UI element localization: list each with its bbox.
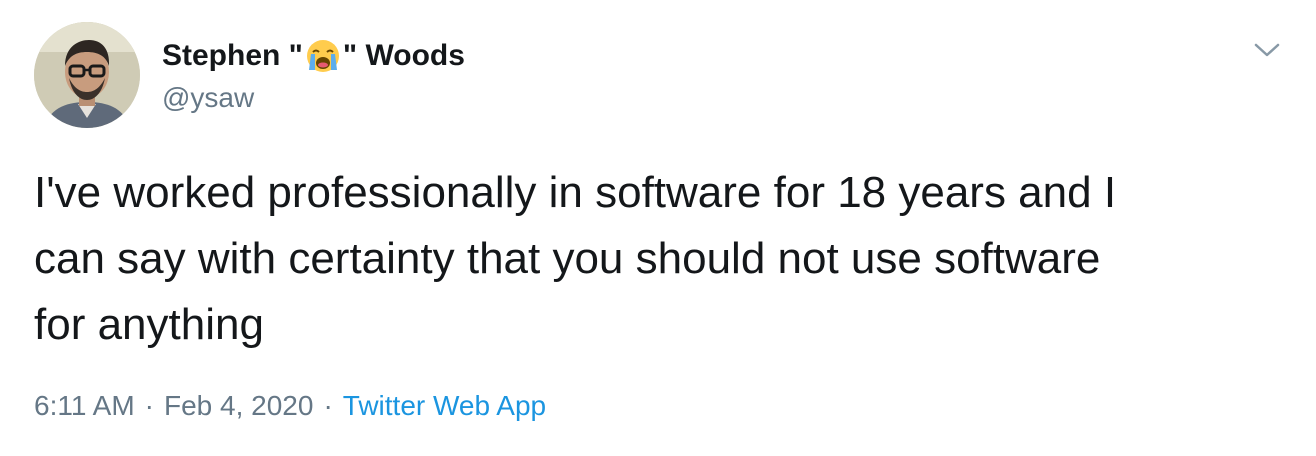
tweet-source-link[interactable]: Twitter Web App [343,390,546,421]
avatar[interactable] [34,22,140,128]
author-name-prefix: Stephen " [162,39,303,72]
tweet-time[interactable]: 6:11 AM [34,390,135,421]
tweet-meta: 6:11 AM · Feb 4, 2020 · Twitter Web App [34,386,546,426]
tweet-text: I've worked professionally in software f… [34,168,1117,349]
loudly-crying-face-icon [305,38,341,74]
author-name[interactable]: Stephen " " Woods [162,36,465,76]
tweet-date[interactable]: Feb 4, 2020 [164,390,313,421]
author-name-suffix: " Woods [342,39,465,72]
tweet-card: Stephen " " Woods @ysaw I've worked prof… [0,0,1316,456]
avatar-photo-icon [34,22,140,128]
meta-separator: · [323,390,333,421]
author-handle[interactable]: @ysaw [162,80,254,116]
meta-separator: · [144,390,154,421]
chevron-down-icon[interactable] [1252,38,1282,62]
